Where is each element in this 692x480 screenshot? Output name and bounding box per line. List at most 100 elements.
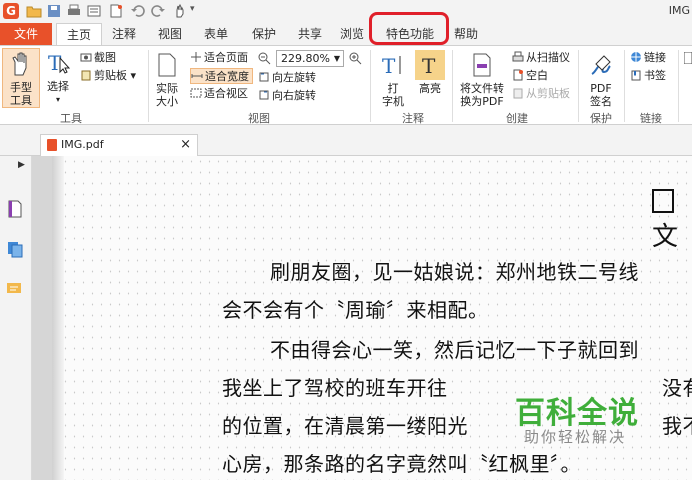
pdf-sign-button[interactable]: PDF 签名 (584, 50, 618, 108)
title-bar: G ▾ IMG (0, 0, 692, 23)
pdf-editor-window: G ▾ IMG 文件 主页 注释 视图 表单 保护 共享 浏览 特色功能 帮助 … (0, 0, 692, 480)
ribbon-separator (624, 50, 625, 122)
link-button[interactable]: 链接 (630, 50, 666, 66)
pdf-file-icon (47, 139, 57, 151)
hand-tool-button[interactable]: 手型 工具 (2, 48, 40, 108)
fit-visible-icon (190, 88, 202, 98)
page-thumbnails-icon[interactable] (6, 200, 24, 218)
watermark-subtitle: 助你轻松解决 (524, 428, 627, 446)
bookmark-button[interactable]: 书签 (630, 68, 666, 84)
tab-home[interactable]: 主页 (56, 23, 102, 46)
close-tab-icon[interactable]: × (180, 135, 191, 155)
print-icon[interactable] (66, 3, 82, 19)
typewriter-icon: T (382, 54, 401, 78)
fit-width-button[interactable]: 适合宽度 (190, 68, 253, 84)
document-tab[interactable]: IMG.pdf × (40, 134, 198, 156)
fit-page-button[interactable]: 适合页面 (190, 50, 248, 66)
doc-line-3: 不由得会心一笑，然后记忆一下子就回到 (270, 338, 639, 362)
tab-protect[interactable]: 保护 (244, 23, 284, 45)
clipboard-disabled-icon (513, 88, 523, 99)
comments-panel-icon[interactable] (6, 280, 24, 298)
tab-share[interactable]: 共享 (290, 23, 330, 45)
zoom-out-icon[interactable] (258, 52, 271, 65)
open-folder-icon[interactable] (26, 3, 42, 19)
zoom-in-icon[interactable] (349, 52, 362, 65)
scanner-icon (512, 51, 524, 62)
document-tab-bar: IMG.pdf × (0, 125, 692, 156)
group-label-links: 链接 (640, 112, 662, 125)
expand-sidebar-icon[interactable]: ▶ (18, 160, 25, 170)
fit-width-icon (191, 74, 203, 78)
typewriter-button[interactable]: T 打 字机 (376, 50, 410, 108)
select-tool-button[interactable]: T 选择 ▾ (42, 48, 74, 106)
document-tab-name: IMG.pdf (61, 138, 104, 151)
convert-pdf-icon (473, 53, 491, 77)
page-heading: 文 (652, 186, 692, 253)
select-text-icon: T (48, 51, 70, 75)
doc-line-4: 我坐上了驾校的班车开往 (222, 376, 448, 400)
layers-icon[interactable] (6, 240, 24, 258)
from-clipboard-button[interactable]: 从剪贴板 (512, 86, 570, 102)
doc-line-6: 心房，那条路的名字竟然叫〝红枫里〞。 (222, 452, 581, 476)
redo-icon[interactable] (150, 3, 166, 19)
svg-text:T: T (382, 54, 396, 78)
doc-line-2: 会不会有个〝周瑜〞来相配。 (222, 298, 489, 322)
doc-line-4-end: 没有 (662, 376, 692, 400)
rotate-right-button[interactable]: 向右旋转 (258, 88, 316, 104)
actual-size-label: 实际 大小 (156, 82, 178, 108)
screenshot-button[interactable]: 截图 (80, 50, 116, 66)
hand-tool-label: 手型 工具 (10, 81, 32, 107)
doc-line-5-end: 我不 (662, 414, 692, 438)
group-label-create: 创建 (506, 112, 528, 125)
undo-icon[interactable] (130, 3, 146, 19)
window-title: IMG (668, 4, 690, 17)
properties-icon[interactable] (86, 3, 102, 19)
ribbon-separator (578, 50, 579, 122)
group-label-comment: 注释 (402, 112, 424, 125)
tab-view[interactable]: 视图 (150, 23, 190, 45)
select-tool-label: 选择 (47, 80, 69, 93)
ribbon-panel: 手型 工具 T 选择 ▾ 截图 剪贴板 ▾ 工具 实际 大小 适合页面 适合宽度… (0, 45, 692, 125)
rotate-left-icon (259, 72, 269, 82)
fit-page-icon (191, 52, 201, 62)
new-document-icon[interactable] (108, 3, 124, 19)
watermark-logo: 百科全说 助你轻松解决 (500, 388, 650, 450)
bookmark-icon (631, 70, 641, 81)
doc-line-5: 的位置，在清晨第一缕阳光 (222, 414, 468, 438)
annotation-highlight-box (369, 12, 449, 45)
hand-icon (12, 52, 27, 76)
highlight-button[interactable]: T 高亮 (414, 50, 446, 95)
svg-text:T: T (422, 54, 436, 78)
app-logo-icon[interactable]: G (3, 3, 19, 19)
more-tools-icon[interactable] (684, 52, 692, 64)
rotate-left-button[interactable]: 向左旋转 (258, 70, 316, 86)
ribbon-tabs: 文件 主页 注释 视图 表单 保护 共享 浏览 特色功能 帮助 (0, 23, 692, 46)
actual-size-button[interactable]: 实际 大小 (152, 50, 182, 108)
from-scanner-button[interactable]: 从扫描仪 (512, 50, 570, 66)
ribbon-separator (370, 50, 371, 122)
doc-line-1: 刷朋友圈，见一姑娘说：郑州地铁二号线 (270, 260, 639, 284)
actual-size-icon (158, 53, 176, 77)
tab-help[interactable]: 帮助 (448, 23, 484, 45)
group-label-tools: 工具 (60, 112, 82, 125)
pdf-sign-label: PDF 签名 (590, 82, 612, 108)
fit-visible-button[interactable]: 适合视区 (190, 86, 248, 102)
signature-pen-icon (591, 55, 611, 75)
convert-to-pdf-button[interactable]: 将文件转 换为PDF (456, 50, 508, 108)
clipboard-button[interactable]: 剪贴板 ▾ (80, 68, 136, 84)
typewriter-label: 打 字机 (382, 82, 404, 108)
page-edge (52, 156, 64, 480)
tab-form[interactable]: 表单 (196, 23, 236, 45)
tab-file[interactable]: 文件 (0, 23, 52, 45)
tab-comment[interactable]: 注释 (104, 23, 144, 45)
camera-icon (80, 53, 92, 62)
save-icon[interactable] (46, 3, 62, 19)
ribbon-separator (452, 50, 453, 122)
hand-quick-icon[interactable] (172, 3, 188, 19)
clipboard-icon (81, 70, 91, 81)
link-globe-icon (631, 52, 641, 62)
blank-page-button[interactable]: 空白 (512, 68, 548, 84)
quick-access-dropdown-icon[interactable]: ▾ (190, 4, 206, 20)
tab-browse[interactable]: 浏览 (336, 23, 368, 45)
zoom-level-select[interactable]: 229.80% ▼ (276, 50, 344, 67)
